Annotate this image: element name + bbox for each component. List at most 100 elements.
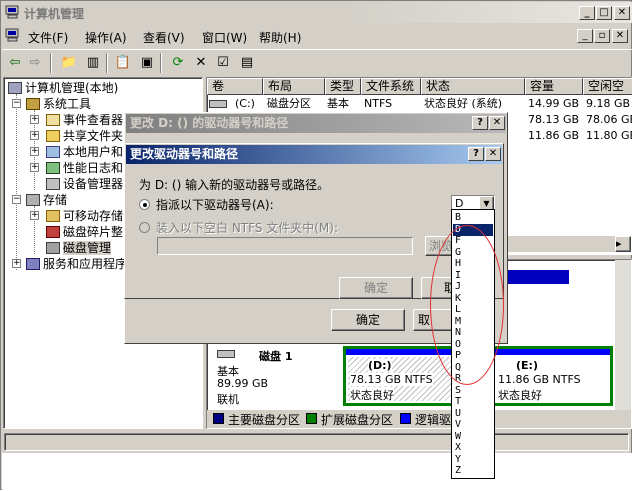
column-header-status[interactable]: 状态: [421, 78, 525, 95]
help-icon[interactable]: ▣: [136, 52, 158, 74]
cell-capacity: 14.99 GB: [528, 97, 580, 110]
help-button[interactable]: ?: [472, 116, 488, 130]
legend-bar: 主要磁盘分区 扩展磁盘分区 逻辑驱: [207, 410, 631, 428]
show-hide-tree-icon[interactable]: ▥: [82, 52, 104, 74]
drive-letter-option[interactable]: Y: [453, 454, 493, 466]
expand-toggle[interactable]: +: [30, 131, 39, 140]
tree-label: 可移动存储: [63, 209, 124, 223]
drive-letter-option[interactable]: B: [453, 212, 493, 224]
disk-management-icon: [46, 242, 60, 254]
drive-letter-option[interactable]: X: [453, 442, 493, 454]
tree-item-services[interactable]: 服务和应用程序: [26, 256, 127, 272]
column-header-volume[interactable]: 卷: [207, 78, 263, 95]
toolbar-separator: [106, 53, 108, 73]
back-icon[interactable]: ⇦: [4, 52, 26, 74]
expand-toggle[interactable]: +: [30, 211, 39, 220]
expand-toggle[interactable]: +: [30, 163, 39, 172]
up-folder-icon[interactable]: 📁: [58, 52, 80, 74]
column-header-type[interactable]: 类型: [325, 78, 361, 95]
properties-icon[interactable]: 📋: [112, 52, 134, 74]
disk-icon[interactable]: ▤: [236, 52, 258, 74]
tree-item-storage[interactable]: 存储: [26, 192, 67, 208]
menu-help[interactable]: 帮助(H): [259, 29, 301, 46]
close-button[interactable]: ✕: [485, 147, 501, 161]
tree-item-perf-logs[interactable]: 性能日志和: [46, 160, 123, 176]
expand-toggle[interactable]: +: [12, 259, 21, 268]
partition-e-size: 11.86 GB NTFS: [498, 373, 581, 386]
cell-status: 状态良好 (系统): [424, 97, 503, 110]
drive-icon: [209, 100, 227, 108]
tree-root[interactable]: 计算机管理(本地): [8, 80, 118, 96]
menu-file[interactable]: 文件(F): [28, 29, 68, 46]
expand-toggle[interactable]: +: [30, 147, 39, 156]
drive-letter-option[interactable]: W: [453, 431, 493, 443]
tree-item-disk-management[interactable]: 磁盘管理: [46, 240, 112, 256]
cell-free: 9.18 GB: [586, 97, 631, 110]
tree-label: 服务和应用程序: [43, 257, 128, 271]
folder-path-input[interactable]: [157, 237, 413, 255]
column-header-free[interactable]: 空闲空: [583, 78, 632, 95]
drive-letter-option[interactable]: V: [453, 419, 493, 431]
check-icon[interactable]: ☑: [212, 52, 234, 74]
drive-letter-option[interactable]: S: [453, 385, 493, 397]
disk-state: 联机: [217, 393, 239, 406]
dialog-title: 更改驱动器号和路径: [130, 147, 239, 161]
tree-item-system-tools[interactable]: 系统工具: [26, 96, 91, 112]
ok-button[interactable]: 确定: [331, 309, 405, 331]
dialog-title-bar: 更改驱动器号和路径 ? ✕: [126, 145, 502, 164]
refresh-icon[interactable]: ⟳: [167, 52, 189, 74]
vertical-scrollbar[interactable]: [615, 260, 631, 410]
tree-item-defrag[interactable]: 磁盘碎片整: [46, 224, 123, 240]
delete-icon[interactable]: ✕: [190, 52, 212, 74]
ok-button[interactable]: 确定: [339, 277, 413, 299]
title-bar: 计算机管理 _ □ ✕: [2, 2, 632, 23]
legend-extended: 扩展磁盘分区: [321, 413, 394, 427]
tree-guide: [16, 94, 17, 270]
cell-fs: NTFS: [364, 97, 393, 110]
child-minimize-button[interactable]: _: [577, 29, 593, 43]
toolbar: ⇦ ⇨ 📁 ▥ 📋 ▣ ⟳ ✕ ☑ ▤: [2, 49, 632, 75]
dialog-prompt: 为 D: () 输入新的驱动器号或路径。: [139, 178, 330, 192]
expand-toggle[interactable]: −: [12, 195, 21, 204]
table-row[interactable]: (C:) 磁盘分区 基本 NTFS 状态良好 (系统) 14.99 GB 9.1…: [207, 96, 632, 112]
radio-button[interactable]: [139, 222, 150, 233]
radio-button-selected[interactable]: [139, 199, 150, 210]
assign-letter-option[interactable]: 指派以下驱动器号(A):: [139, 196, 274, 213]
tree-item-event-viewer[interactable]: 事件查看器: [46, 112, 123, 128]
disk-name: 磁盘 1: [259, 350, 293, 363]
cell-layout: 磁盘分区: [267, 97, 311, 110]
column-header-filesystem[interactable]: 文件系统: [361, 78, 421, 95]
forward-icon[interactable]: ⇨: [24, 52, 46, 74]
partition-d-status: 状态良好: [350, 387, 394, 403]
menu-view[interactable]: 查看(V): [143, 29, 185, 46]
mount-folder-option[interactable]: 装入以下空白 NTFS 文件夹中(M):: [139, 219, 338, 236]
column-header-layout[interactable]: 布局: [263, 78, 325, 95]
close-button[interactable]: ✕: [489, 116, 505, 130]
cell-capacity: 11.86 GB: [528, 129, 580, 142]
legend-swatch-primary: [213, 413, 224, 424]
minimize-button[interactable]: _: [579, 6, 595, 20]
help-button[interactable]: ?: [468, 147, 484, 161]
disk-icon: [217, 350, 235, 358]
child-restore-button[interactable]: ▫: [594, 29, 610, 43]
partition-e[interactable]: (E:) 11.86 GB NTFS 状态良好: [498, 357, 608, 402]
drive-letter-option[interactable]: Z: [453, 465, 493, 477]
expand-toggle[interactable]: +: [30, 115, 39, 124]
child-close-button[interactable]: ✕: [612, 29, 628, 43]
tree-item-shared-folders[interactable]: 共享文件夹: [46, 128, 123, 144]
tree-label: 共享文件夹: [63, 129, 124, 143]
tree-item-removable[interactable]: 可移动存储: [46, 208, 123, 224]
menu-window[interactable]: 窗口(W): [202, 29, 247, 46]
drive-letter-option[interactable]: T: [453, 396, 493, 408]
scroll-right-button[interactable]: ▸: [615, 236, 631, 252]
close-button[interactable]: ✕: [614, 6, 630, 20]
maximize-button[interactable]: □: [596, 6, 612, 20]
disk-1-info[interactable]: 磁盘 1 基本 89.99 GB 联机: [209, 348, 339, 408]
cell-free: 11.80 GB: [586, 129, 632, 142]
drive-letter-option[interactable]: U: [453, 408, 493, 420]
menu-action[interactable]: 操作(A): [85, 29, 127, 46]
expand-toggle[interactable]: −: [12, 99, 21, 108]
column-header-capacity[interactable]: 容量: [525, 78, 583, 95]
tree-item-local-users[interactable]: 本地用户和: [46, 144, 123, 160]
tree-item-device-manager[interactable]: 设备管理器: [46, 176, 123, 192]
